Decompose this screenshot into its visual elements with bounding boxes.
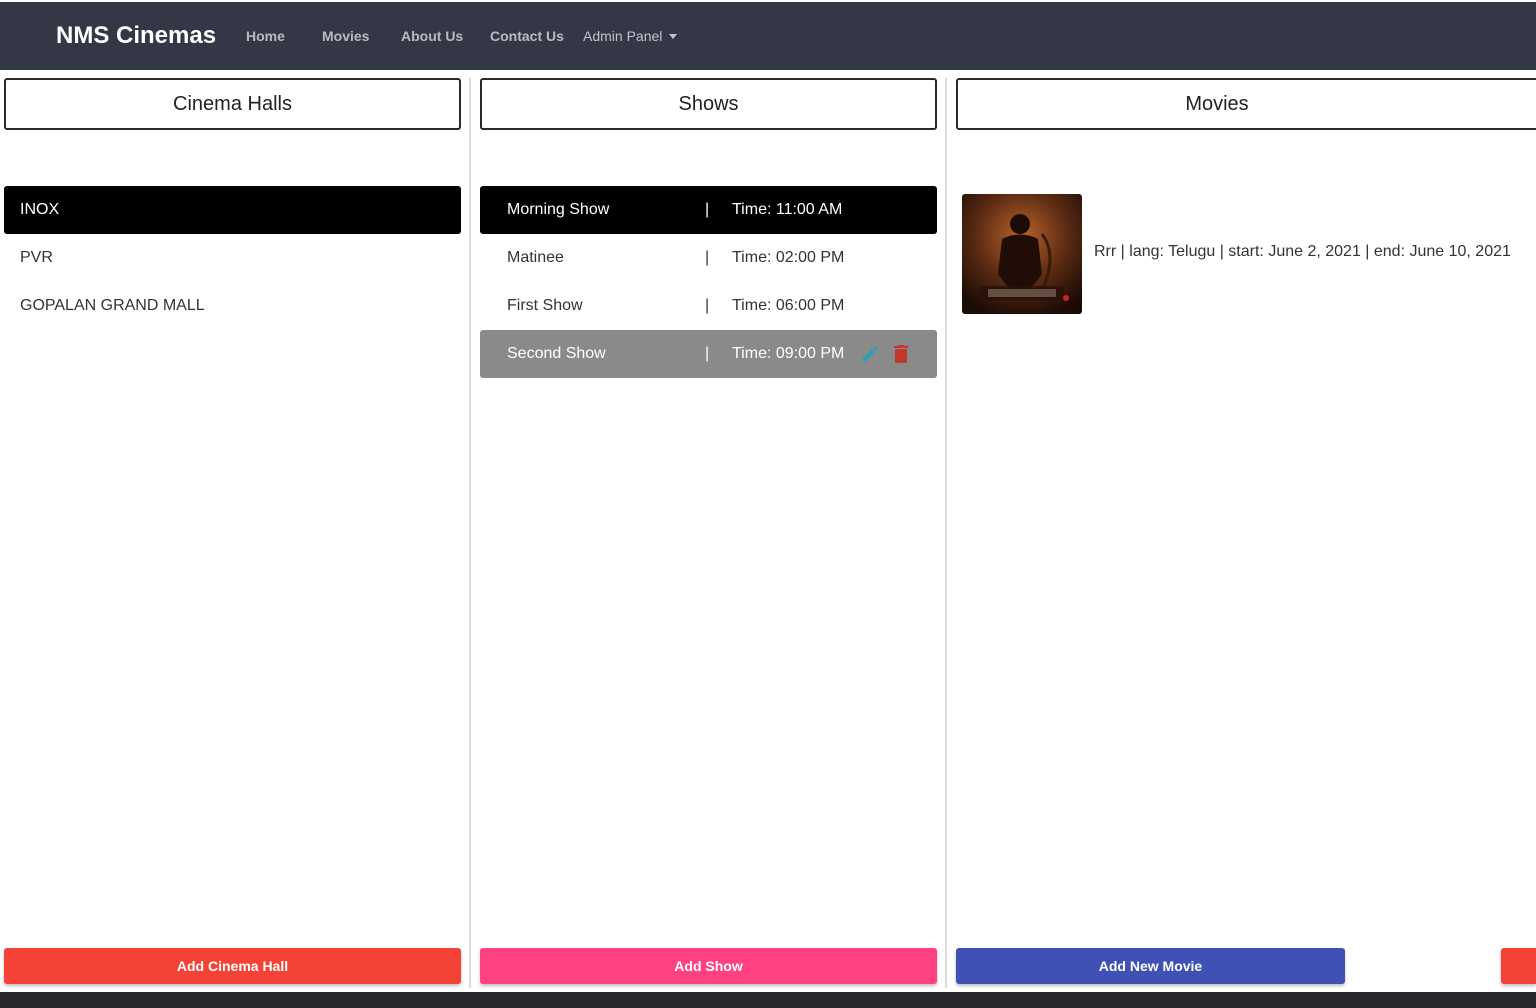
movies-header: Movies [956, 78, 1536, 130]
column-divider [469, 78, 471, 988]
cinema-halls-header: Cinema Halls [4, 78, 461, 130]
partial-red-button[interactable] [1501, 948, 1536, 984]
movie-poster-image [962, 194, 1082, 314]
add-cinema-hall-button[interactable]: Add Cinema Hall [4, 948, 461, 984]
show-time: Time: 11:00 AM [732, 201, 843, 218]
show-name: First Show [507, 297, 583, 314]
column-divider [945, 78, 947, 988]
show-time: Time: 06:00 PM [732, 297, 845, 314]
show-time: Time: 02:00 PM [732, 249, 845, 266]
show-name: Morning Show [507, 201, 610, 218]
show-separator: | [705, 345, 710, 362]
hall-item[interactable]: INOX [4, 186, 461, 234]
show-separator: | [705, 249, 710, 266]
navbar: NMS Cinemas Home Movies About Us Contact… [0, 0, 1536, 70]
footer-bar [0, 992, 1536, 1008]
nav-movies-link[interactable]: Movies [322, 28, 369, 44]
add-show-button[interactable]: Add Show [480, 948, 937, 984]
trash-icon[interactable] [893, 345, 909, 363]
show-name: Second Show [507, 345, 606, 362]
nav-contact-link[interactable]: Contact Us [490, 28, 564, 44]
shows-header: Shows [480, 78, 937, 130]
show-item[interactable]: Second Show | Time: 09:00 PM [480, 330, 937, 378]
show-item[interactable]: First Show | Time: 06:00 PM [480, 282, 937, 330]
add-new-movie-button[interactable]: Add New Movie [956, 948, 1345, 984]
movie-poster[interactable] [962, 194, 1082, 314]
show-name: Matinee [507, 249, 564, 266]
pencil-icon[interactable] [860, 344, 880, 364]
admin-panel-label: Admin Panel [583, 28, 663, 44]
nav-about-link[interactable]: About Us [401, 28, 463, 44]
show-separator: | [705, 297, 710, 314]
hall-item[interactable]: GOPALAN GRAND MALL [4, 282, 461, 330]
brand-logo[interactable]: NMS Cinemas [56, 22, 216, 50]
show-item[interactable]: Matinee | Time: 02:00 PM [480, 234, 937, 282]
movie-info-text: Rrr | lang: Telugu | start: June 2, 2021… [1094, 243, 1511, 260]
show-separator: | [705, 201, 710, 218]
hall-item[interactable]: PVR [4, 234, 461, 282]
show-item[interactable]: Morning Show | Time: 11:00 AM [480, 186, 937, 234]
admin-panel-dropdown[interactable]: Admin Panel [583, 28, 678, 44]
chevron-down-icon [669, 34, 678, 39]
show-time: Time: 09:00 PM [732, 345, 845, 362]
nav-home-link[interactable]: Home [246, 28, 285, 44]
